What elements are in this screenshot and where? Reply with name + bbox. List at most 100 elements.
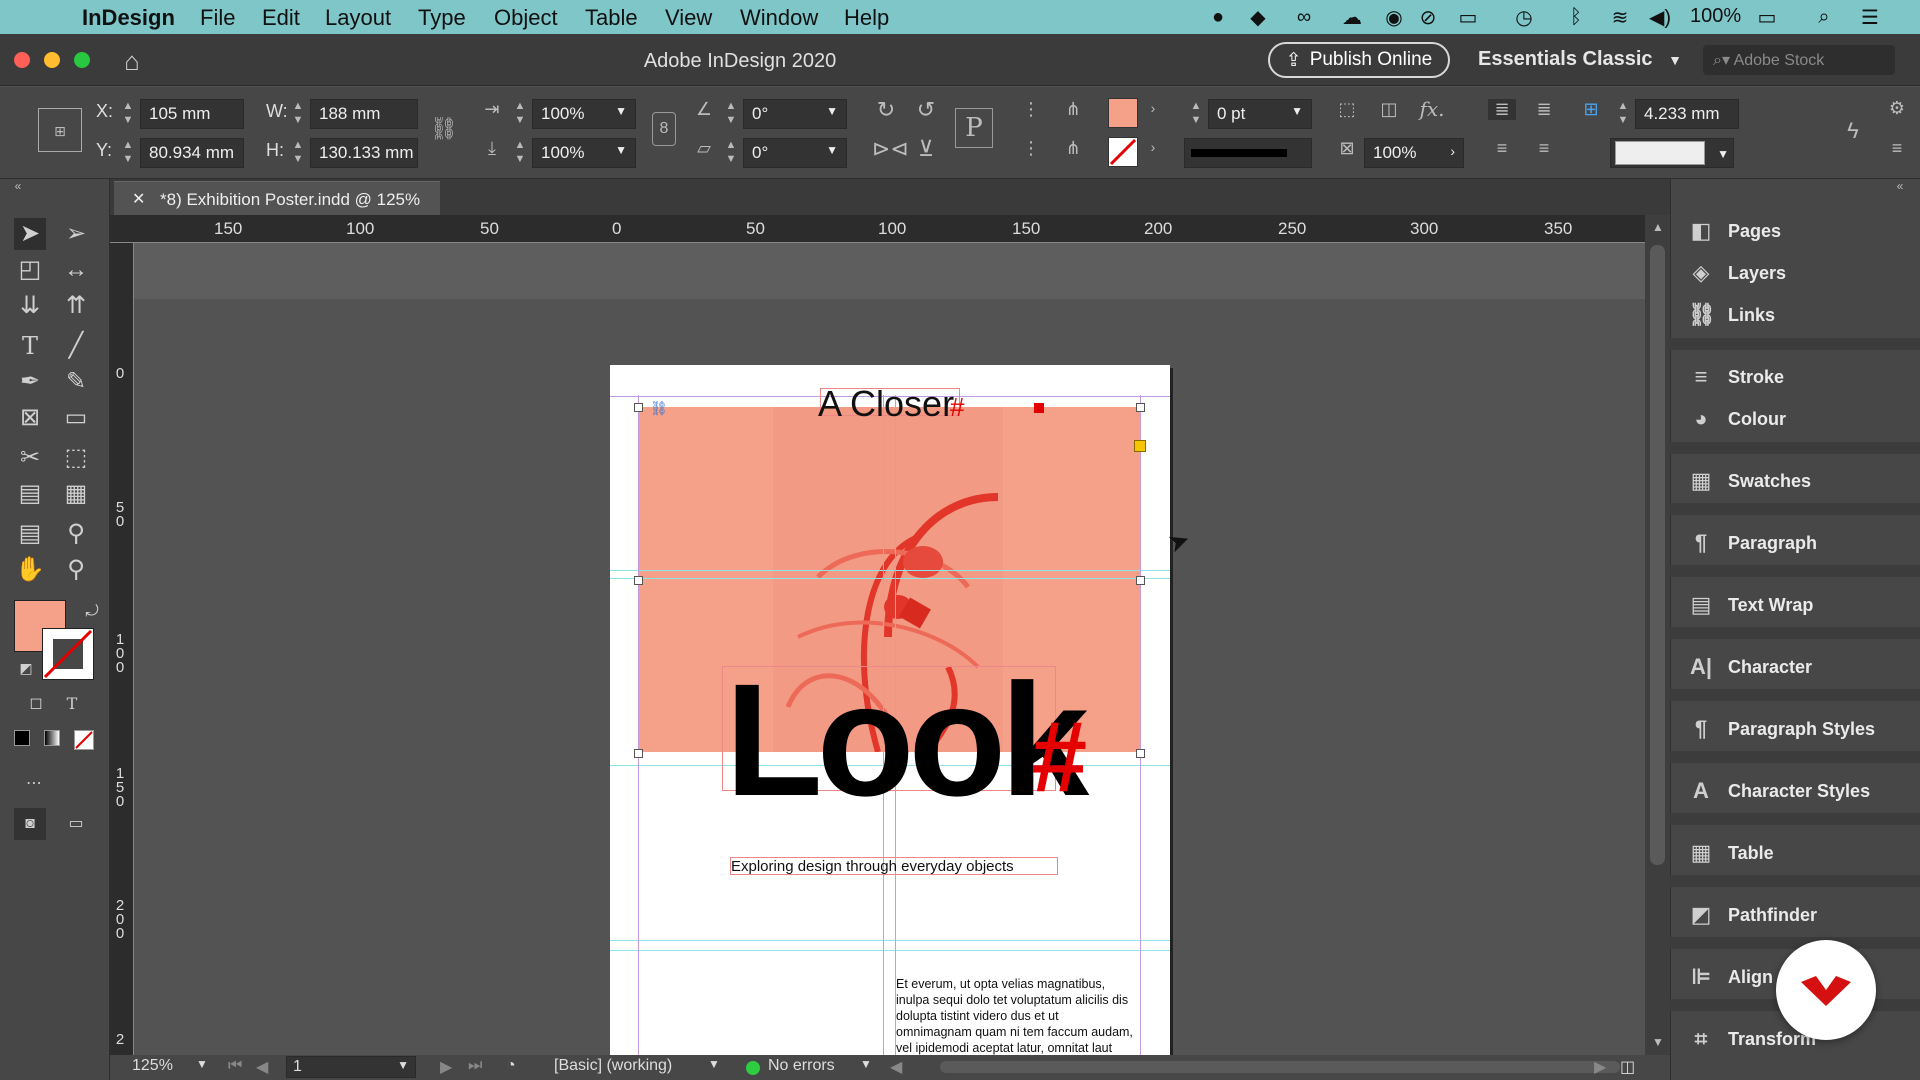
cloud-upload-icon[interactable]: ☁ <box>1340 6 1364 29</box>
select-next-object-icon[interactable]: ⋔ <box>1058 138 1088 159</box>
free-transform-tool-icon[interactable]: ⬚ <box>60 442 92 474</box>
align-left-icon[interactable]: ≣ <box>1488 99 1516 120</box>
y-field[interactable]: 80.934 mm <box>140 138 244 168</box>
selection-handle[interactable] <box>1136 576 1145 585</box>
panel-pathfinder[interactable]: ◩ Pathfinder <box>1688 902 1817 928</box>
stroke-type-dropdown[interactable] <box>1184 138 1312 168</box>
vertical-guide[interactable] <box>1140 395 1141 1055</box>
creative-cloud-icon[interactable]: ∞ <box>1292 6 1316 28</box>
w-field[interactable]: 188 mm <box>310 99 418 129</box>
scroll-up-icon[interactable]: ▲ <box>1648 220 1668 234</box>
first-page-icon[interactable]: ⏮ <box>228 1057 242 1075</box>
panel-pages[interactable]: ◧ Pages <box>1688 218 1781 244</box>
scroll-right-icon[interactable]: ▶ <box>1594 1057 1606 1077</box>
publish-online-button[interactable]: ⇪ Publish Online <box>1268 42 1450 78</box>
panel-paragraph-styles[interactable]: ¶ Paragraph Styles <box>1688 716 1875 742</box>
vertical-guide[interactable] <box>638 395 639 1055</box>
home-icon[interactable]: ⌂ <box>114 46 150 77</box>
panel-table[interactable]: ▦ Table <box>1688 840 1774 866</box>
scissors-tool-icon[interactable]: ✂ <box>14 442 46 474</box>
gradient-feather-tool-icon[interactable]: ▦ <box>60 478 92 510</box>
select-container-icon[interactable]: ⋮ <box>1018 99 1044 120</box>
scale-y-stepper[interactable]: ▲ ▼ <box>511 138 529 168</box>
adobe-stock-search[interactable]: ⌕▾ Adobe Stock <box>1703 45 1895 75</box>
h-stepper[interactable]: ▲ ▼ <box>289 138 307 168</box>
stroke-weight-stepper[interactable]: ▲ ▼ <box>1187 99 1205 129</box>
record-icon[interactable]: ● <box>1206 6 1230 28</box>
zoom-tool-icon[interactable]: ⚲ <box>60 554 92 586</box>
split-window-icon[interactable]: ◫ <box>1620 1057 1635 1077</box>
preflight-icon[interactable]: ⋯ <box>18 768 50 800</box>
preflight-profile[interactable]: [Basic] (working) <box>554 1057 672 1075</box>
vpn-icon[interactable]: ◉ <box>1382 6 1406 29</box>
page-number-field[interactable]: 1 ▼ <box>286 1056 416 1078</box>
note-tool-icon[interactable]: ▤ <box>14 518 46 550</box>
panel-stroke[interactable]: ≡ Stroke <box>1688 364 1784 390</box>
rotate-field[interactable]: 0° ▼ <box>743 99 847 129</box>
spotlight-icon[interactable]: ⌕ <box>1812 6 1836 28</box>
drop-shadow-icon[interactable]: ◫ <box>1376 99 1402 120</box>
x-stepper[interactable]: ▲ ▼ <box>119 99 137 129</box>
chevron-down-icon[interactable]: ▼ <box>196 1057 208 1071</box>
menu-app-name[interactable]: InDesign <box>82 5 175 31</box>
scroll-down-icon[interactable]: ▼ <box>1648 1035 1668 1049</box>
menu-layout[interactable]: Layout <box>325 5 391 31</box>
preflight-errors[interactable]: No errors <box>768 1057 835 1075</box>
quick-apply-icon[interactable]: ϟ <box>1840 118 1866 144</box>
fit-frame-icon[interactable]: ⬚ <box>1334 99 1360 120</box>
chevron-down-icon[interactable]: ▼ <box>860 1057 872 1071</box>
headline-top-text[interactable]: A Closer <box>818 383 954 425</box>
content-collector-icon[interactable]: ⇊ <box>14 290 46 322</box>
pencil-tool-icon[interactable]: ✎ <box>60 366 92 398</box>
stroke-weight-field[interactable]: 0 pt ▼ <box>1208 99 1312 129</box>
path-type-icon[interactable]: P <box>955 108 993 148</box>
rotate-counterclockwise-icon[interactable]: ↺ <box>912 97 940 123</box>
shear-stepper[interactable]: ▲ ▼ <box>722 138 740 168</box>
corner-options-icon[interactable] <box>1134 440 1146 452</box>
formatting-text-icon[interactable]: T <box>56 688 88 720</box>
zoom-level[interactable]: 125% <box>132 1057 173 1075</box>
workspace-switcher[interactable]: Essentials Classic ▼ <box>1478 48 1682 71</box>
scroll-left-icon[interactable]: ◀ <box>890 1057 902 1077</box>
subtitle-text[interactable]: Exploring design through everyday object… <box>731 858 1014 875</box>
close-window-button[interactable] <box>14 52 30 68</box>
rotate-stepper[interactable]: ▲ ▼ <box>722 99 740 129</box>
horizontal-guide[interactable] <box>610 940 1170 941</box>
out-port-icon[interactable] <box>1034 403 1044 413</box>
stroke-color-swatch[interactable] <box>42 628 94 680</box>
select-previous-object-icon[interactable]: ⋔ <box>1058 99 1088 120</box>
shear-field[interactable]: 0° ▼ <box>743 138 847 168</box>
panel-layers[interactable]: ◈ Layers <box>1688 260 1787 286</box>
gradient-swatch-tool-icon[interactable]: ▤ <box>14 478 46 510</box>
panel-colour[interactable]: ◕ Colour <box>1688 406 1786 432</box>
content-placer-icon[interactable]: ⇈ <box>60 290 92 322</box>
wifi-icon[interactable]: ≋ <box>1608 6 1632 29</box>
rectangle-frame-tool-icon[interactable]: ⊠ <box>14 402 46 434</box>
distribute-icon[interactable]: ≡ <box>1488 138 1516 159</box>
fill-swatch[interactable] <box>1108 98 1138 128</box>
x-field[interactable]: 105 mm <box>140 99 244 129</box>
last-page-icon[interactable]: ⏭ <box>468 1057 482 1075</box>
panel-character-styles[interactable]: A Character Styles <box>1688 778 1870 804</box>
menu-object[interactable]: Object <box>494 5 558 31</box>
vertical-scrollbar-thumb[interactable] <box>1650 245 1665 865</box>
horizontal-guide[interactable] <box>610 570 1170 571</box>
style-dropdown[interactable]: ▼ <box>1610 138 1734 168</box>
formatting-container-icon[interactable]: ◻ <box>20 688 52 720</box>
w-stepper[interactable]: ▲ ▼ <box>289 99 307 129</box>
normal-view-mode-icon[interactable]: ◙ <box>14 808 46 840</box>
menu-file[interactable]: File <box>200 5 235 31</box>
apply-none-icon[interactable] <box>74 730 94 750</box>
constrain-proportions-icon[interactable]: ⛓ <box>430 116 458 142</box>
align-center-icon[interactable]: ≣ <box>1530 99 1558 120</box>
vertical-ruler[interactable]: 0 50 100 150 200 2 <box>110 243 134 1055</box>
scale-x-stepper[interactable]: ▲ ▼ <box>511 99 529 129</box>
link-scale-icon[interactable]: 8 <box>652 112 676 146</box>
battery-icon[interactable]: ▭ <box>1750 6 1784 29</box>
panel-swatches[interactable]: ▦ Swatches <box>1688 468 1811 494</box>
selection-handle[interactable] <box>634 749 643 758</box>
gap-tool-icon[interactable]: ↔ <box>60 254 92 286</box>
selection-handle[interactable] <box>1136 403 1145 412</box>
apply-gradient-icon[interactable] <box>44 730 60 746</box>
pen-tool-icon[interactable]: ✒ <box>14 366 46 398</box>
